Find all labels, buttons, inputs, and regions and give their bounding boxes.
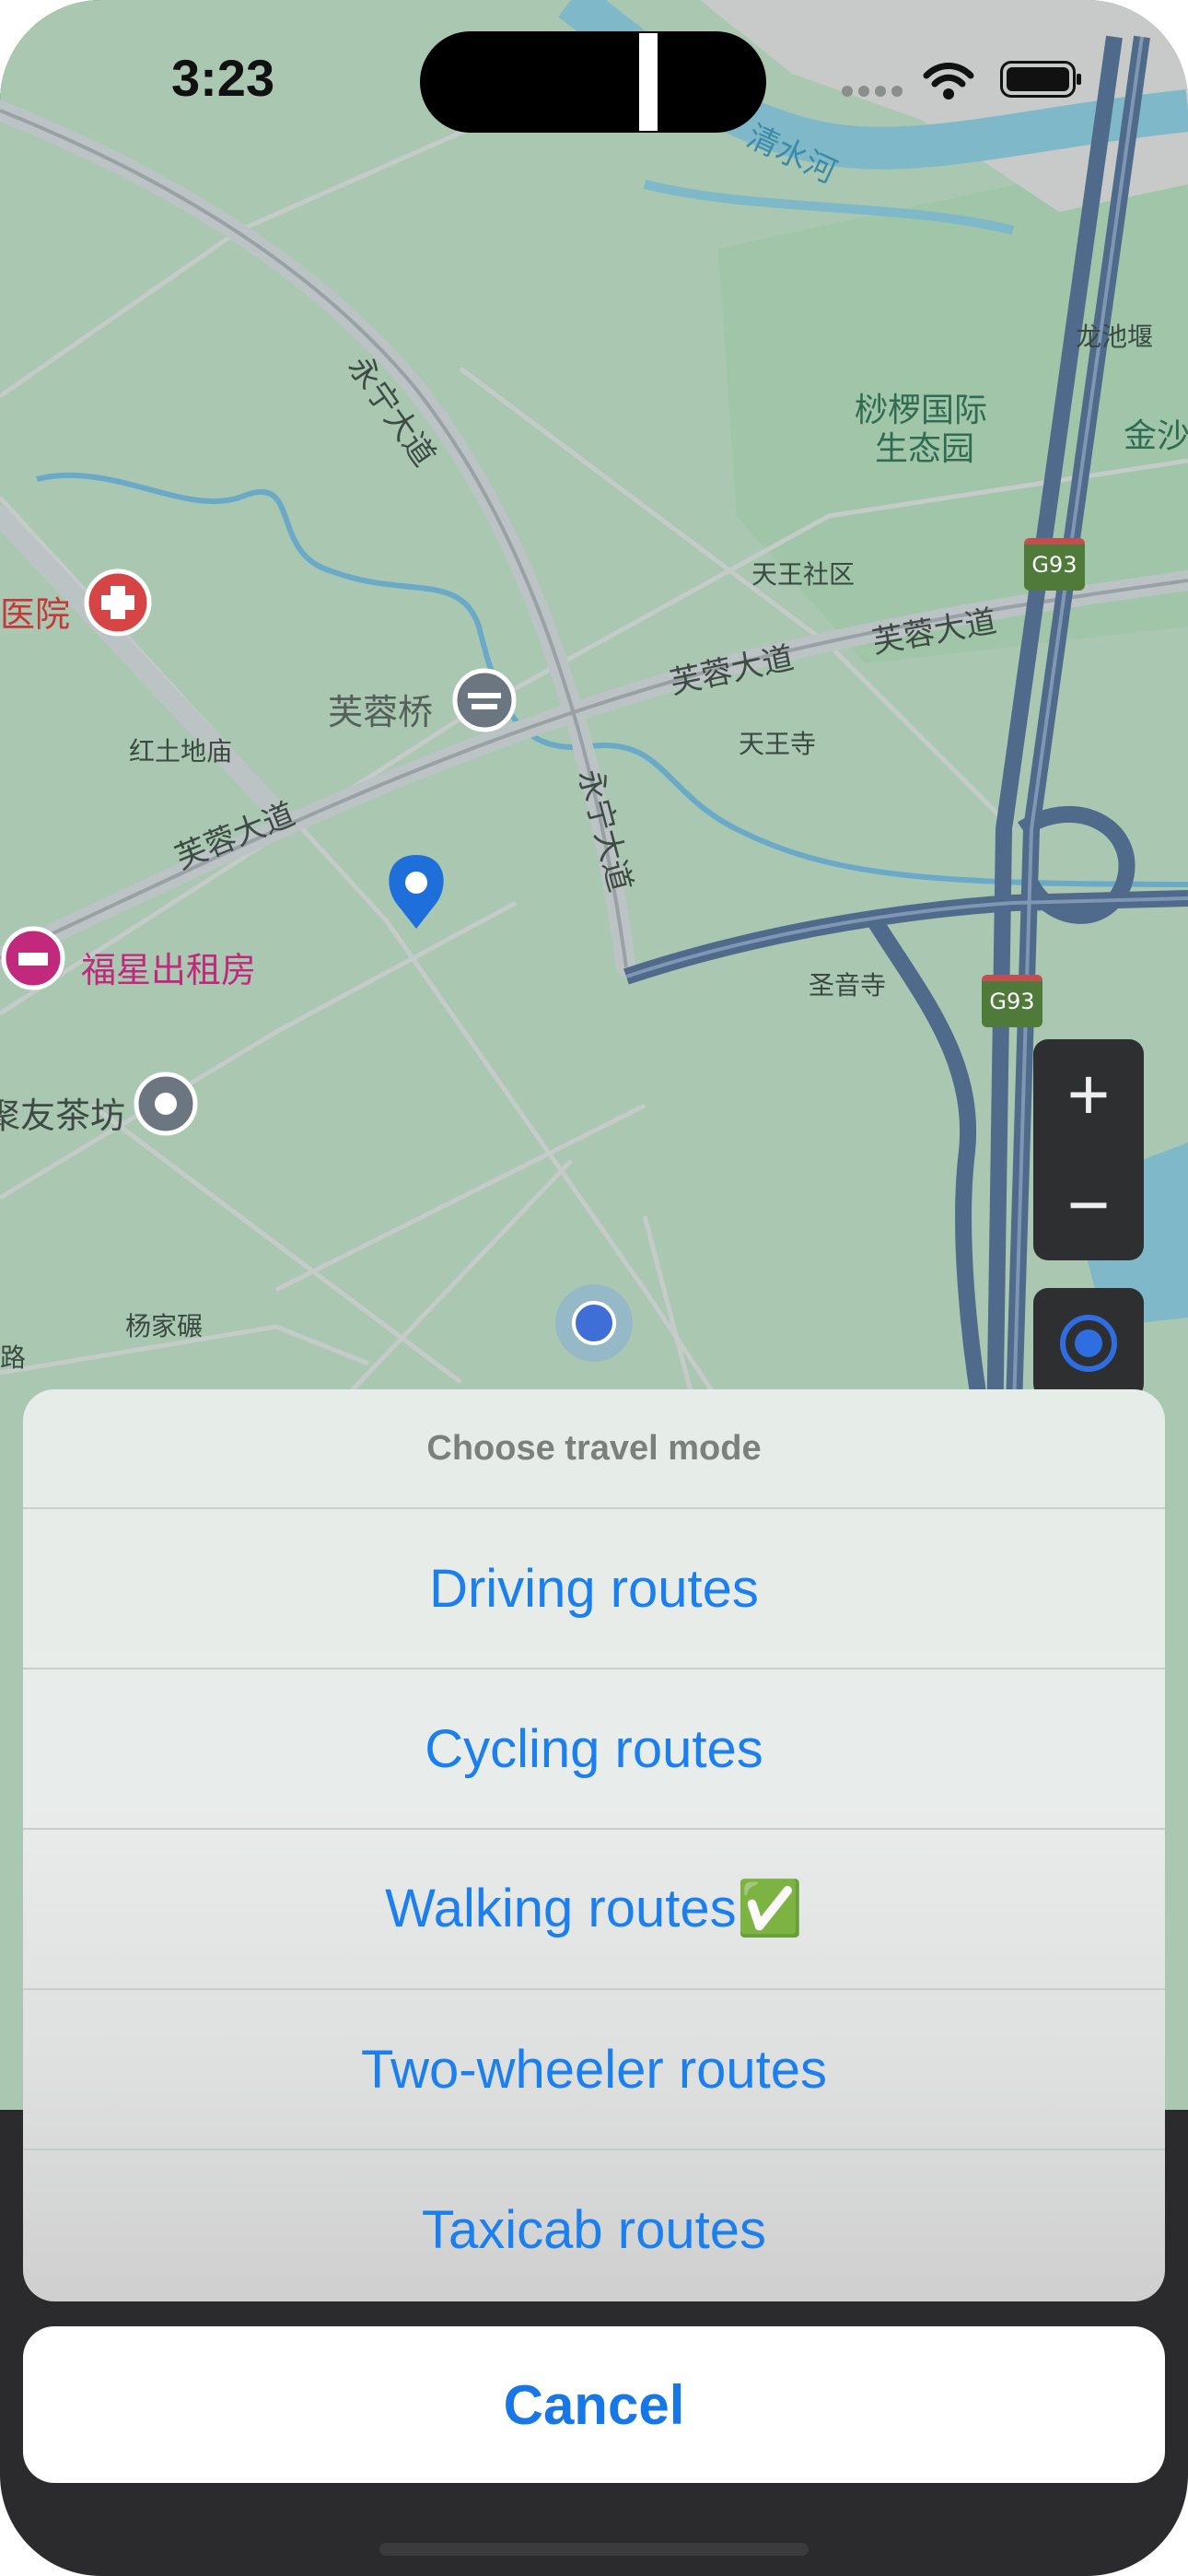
zoom-in-button[interactable]: + <box>1033 1039 1144 1150</box>
island-divider <box>639 33 658 131</box>
place-label: 金沙 <box>1124 417 1188 455</box>
cancel-button[interactable]: Cancel <box>23 2326 1165 2483</box>
hospital-icon[interactable] <box>84 568 152 637</box>
locate-me-icon <box>1060 1315 1117 1372</box>
home-indicator[interactable] <box>379 2543 809 2556</box>
poi-label: 福星出租房 <box>81 950 257 990</box>
signal-icon <box>842 85 906 100</box>
cycling-routes-option[interactable]: Cycling routes <box>23 1668 1165 1828</box>
taxicab-routes-option[interactable]: Taxicab routes <box>23 2149 1165 2301</box>
status-time: 3:23 <box>171 49 275 107</box>
place-label: 龙池堰 <box>1076 322 1154 352</box>
place-label: 天王社区 <box>751 559 856 590</box>
device-screen: G93 G93 清水河 龙池堰 桫椤国际 生态园 金沙 天王社区 永宁大道 永宁… <box>0 0 1188 2576</box>
place-label: 红土地庙 <box>129 736 233 767</box>
place-label: 圣音寺 <box>809 970 887 1001</box>
highway-badge: G93 <box>1024 538 1085 591</box>
park-label: 生态园 <box>875 430 975 468</box>
poi-label: 芙蓉桥 <box>328 692 434 732</box>
place-icon[interactable] <box>134 1071 198 1136</box>
poi-label: 聚友茶坊 <box>0 1095 126 1136</box>
road-label: 路 <box>0 1342 27 1373</box>
travel-mode-action-sheet: Choose travel mode Driving routes Cyclin… <box>23 1389 1165 2301</box>
map-pin-icon[interactable] <box>389 855 444 929</box>
place-label: 天王寺 <box>739 729 817 759</box>
poi-label: 医院 <box>0 594 71 635</box>
current-location-icon <box>555 1284 633 1362</box>
driving-routes-option[interactable]: Driving routes <box>23 1507 1165 1668</box>
two-wheeler-routes-option[interactable]: Two-wheeler routes <box>23 1988 1165 2149</box>
walking-routes-option[interactable]: Walking routes✅ <box>23 1828 1165 1988</box>
zoom-controls: + − <box>1033 1039 1144 1260</box>
dynamic-island <box>420 31 766 133</box>
action-sheet-title: Choose travel mode <box>426 1428 762 1468</box>
place-label: 杨家碾 <box>125 1311 204 1341</box>
bridge-icon[interactable] <box>452 668 517 732</box>
zoom-out-button[interactable]: − <box>1033 1150 1144 1260</box>
locate-me-button[interactable] <box>1033 1288 1144 1399</box>
hotel-icon[interactable] <box>1 926 65 990</box>
highway-badge: G93 <box>982 975 1042 1027</box>
wifi-icon <box>923 63 974 100</box>
battery-icon <box>1000 61 1081 98</box>
